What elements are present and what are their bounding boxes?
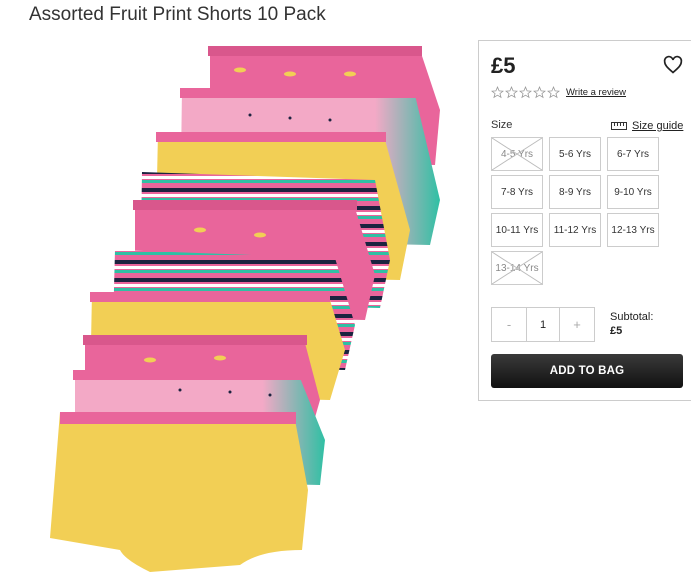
size-option[interactable]: 8-9 Yrs: [549, 175, 601, 209]
star-outline-icon: [491, 86, 504, 99]
quantity-decrease-button[interactable]: -: [492, 308, 526, 341]
unavailable-cross-icon: [492, 252, 542, 284]
size-option: 4-5 Yrs: [491, 137, 543, 171]
star-outline-icon: [519, 86, 532, 99]
star-outline-icon: [505, 86, 518, 99]
size-option[interactable]: 5-6 Yrs: [549, 137, 601, 171]
shorts-10-front: [50, 412, 308, 572]
size-option[interactable]: 11-12 Yrs: [549, 213, 601, 247]
write-review-link[interactable]: Write a review: [566, 87, 626, 98]
size-option-label: 5-6 Yrs: [558, 148, 592, 160]
size-option-label: 7-8 Yrs: [500, 186, 534, 198]
size-option[interactable]: 10-11 Yrs: [491, 213, 543, 247]
star-outline-icon: [547, 86, 560, 99]
size-option: 13-14 Yrs: [491, 251, 543, 285]
size-option-label: 6-7 Yrs: [616, 148, 650, 160]
size-option-label: 11-12 Yrs: [553, 224, 597, 236]
size-option[interactable]: 12-13 Yrs: [607, 213, 659, 247]
quantity-stepper: - 1 +: [491, 307, 595, 342]
size-label: Size: [491, 119, 513, 131]
quantity-increase-button[interactable]: +: [560, 308, 594, 341]
size-option[interactable]: 6-7 Yrs: [607, 137, 659, 171]
rating-stars: [491, 86, 560, 99]
add-to-bag-button[interactable]: ADD TO BAG: [491, 354, 683, 388]
rating: Write a review: [491, 86, 626, 99]
size-option-label: 9-10 Yrs: [614, 186, 652, 198]
star-outline-icon: [533, 86, 546, 99]
size-option-label: 12-13 Yrs: [611, 224, 655, 236]
heart-outline-icon[interactable]: [663, 55, 683, 75]
quantity-input[interactable]: 1: [526, 308, 560, 341]
size-guide-link[interactable]: Size guide: [611, 120, 683, 132]
size-option-label: 10-11 Yrs: [495, 224, 539, 236]
subtotal-value: £5: [610, 325, 623, 337]
subtotal-label: Subtotal:: [610, 311, 654, 323]
product-title: Assorted Fruit Print Shorts 10 Pack: [29, 4, 326, 25]
ruler-icon: [611, 122, 627, 130]
size-option-label: 8-9 Yrs: [558, 186, 592, 198]
purchase-panel: £5 Write a review Size Size guide 4-5 Yr…: [478, 40, 691, 401]
subtotal: Subtotal: £5: [610, 310, 653, 338]
product-price: £5: [491, 53, 516, 78]
size-options: 4-5 Yrs 5-6 Yrs 6-7 Yrs 7-8 Yrs 8-9 Yrs 9-10 …: [491, 137, 661, 285]
unavailable-cross-icon: [492, 138, 542, 170]
size-option[interactable]: 9-10 Yrs: [607, 175, 659, 209]
size-option[interactable]: 7-8 Yrs: [491, 175, 543, 209]
size-guide-label: Size guide: [632, 120, 684, 132]
product-image: [50, 46, 440, 572]
